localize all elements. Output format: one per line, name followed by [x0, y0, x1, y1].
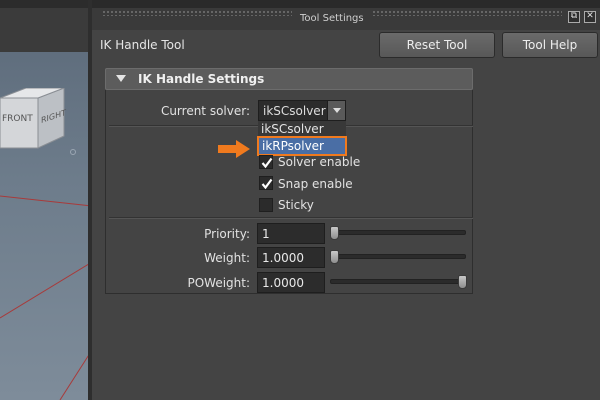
collapse-arrow-icon[interactable]	[116, 75, 126, 82]
priority-field[interactable]: 1	[257, 223, 325, 244]
view-cube[interactable]: FRONT RIGHT	[0, 87, 72, 155]
panel-title: Tool Settings	[300, 13, 364, 24]
separator	[109, 217, 473, 219]
tool-name: IK Handle Tool	[100, 38, 185, 52]
weight-value: 1.0000	[262, 251, 304, 265]
snap-enable-checkbox[interactable]	[259, 176, 273, 190]
weight-field[interactable]: 1.0000	[257, 247, 325, 268]
header-grip-left[interactable]	[102, 10, 292, 16]
annotation-arrow-icon	[218, 140, 250, 158]
section-title: IK Handle Settings	[138, 72, 265, 86]
current-solver-dropdown[interactable]: ikSCsolver	[258, 100, 346, 121]
cube-front-label: FRONT	[2, 114, 33, 124]
solver-enable-checkbox[interactable]	[259, 155, 273, 169]
viewport[interactable]: FRONT RIGHT	[0, 0, 92, 400]
solver-option-ikrp-label: ikRPsolver	[262, 139, 324, 153]
current-solver-value: ikSCsolver	[263, 104, 326, 118]
viewport-grid	[0, 195, 92, 400]
chevron-down-icon[interactable]	[327, 101, 345, 120]
priority-label: Priority:	[204, 227, 250, 241]
priority-slider-track[interactable]	[330, 230, 466, 235]
float-window-icon[interactable]: ⧉	[568, 11, 580, 23]
panel-top-strip	[92, 0, 600, 8]
priority-slider-handle[interactable]	[330, 226, 339, 240]
tool-help-button[interactable]: Tool Help	[502, 32, 598, 58]
view-cube-home-icon[interactable]	[70, 149, 76, 155]
sticky-label: Sticky	[278, 198, 314, 212]
solver-option-ikrp[interactable]: ikRPsolver	[257, 136, 347, 156]
priority-value: 1	[262, 227, 270, 241]
header-grip-right[interactable]	[372, 10, 562, 16]
solver-option-iksc[interactable]: ikSCsolver	[261, 122, 324, 136]
weight-slider-track[interactable]	[330, 254, 466, 259]
poweight-slider-handle[interactable]	[458, 275, 467, 289]
weight-label: Weight:	[204, 251, 250, 265]
poweight-field[interactable]: 1.0000	[257, 272, 325, 293]
ik-handle-settings-header[interactable]: IK Handle Settings	[105, 68, 473, 90]
sticky-checkbox[interactable]	[259, 198, 273, 212]
poweight-label: POWeight:	[187, 276, 250, 290]
solver-enable-label: Solver enable	[278, 155, 361, 169]
snap-enable-label: Snap enable	[278, 177, 353, 191]
reset-tool-button[interactable]: Reset Tool	[379, 32, 495, 58]
close-icon[interactable]: ✕	[584, 11, 596, 23]
poweight-slider-track[interactable]	[330, 279, 466, 284]
current-solver-label: Current solver:	[160, 104, 250, 118]
weight-slider-handle[interactable]	[330, 250, 339, 264]
panel-splitter[interactable]	[88, 0, 92, 400]
poweight-value: 1.0000	[262, 276, 304, 290]
